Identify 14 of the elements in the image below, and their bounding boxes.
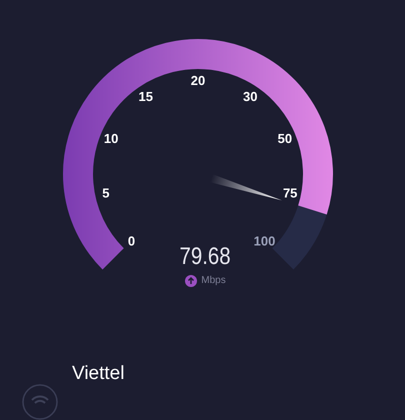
upload-arrow-icon bbox=[185, 274, 198, 286]
gauge-tick-label: 30 bbox=[243, 88, 258, 104]
network-name: Viettel bbox=[72, 362, 124, 386]
speed-unit: Mbps bbox=[201, 274, 226, 288]
gauge-tick-label: 100 bbox=[254, 233, 276, 248]
gauge-tick-label: 50 bbox=[278, 131, 292, 146]
gauge-tick-label: 75 bbox=[282, 185, 298, 200]
speed-value: 79.68 bbox=[180, 245, 232, 269]
gauge-tick-label: 20 bbox=[190, 73, 206, 88]
gauge-tick-label: 5 bbox=[102, 185, 110, 200]
gauge-tick-label: 10 bbox=[104, 131, 118, 146]
gauge-tick-label: 15 bbox=[138, 88, 153, 104]
gauge-tick-label: 0 bbox=[128, 233, 136, 248]
wifi-icon bbox=[22, 384, 58, 420]
